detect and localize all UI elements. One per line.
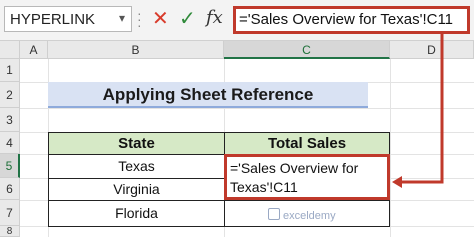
insert-function-icon[interactable]: fx <box>206 7 223 28</box>
row-header-2[interactable]: 2 <box>0 82 20 108</box>
active-cell-editor[interactable]: ='Sales Overview for Texas'!C11 <box>224 154 390 200</box>
name-box-value: HYPERLINK <box>10 11 96 28</box>
watermark-text: exceldemy <box>283 210 336 222</box>
sheet-title[interactable]: Applying Sheet Reference <box>48 82 368 108</box>
column-header-d[interactable]: D <box>390 41 474 59</box>
logo-icon <box>268 208 280 220</box>
table-cell-state[interactable]: Virginia <box>48 178 225 201</box>
row-header-7[interactable]: 7 <box>0 200 20 226</box>
column-header-c[interactable]: C <box>224 41 390 59</box>
formula-bar: HYPERLINK ▾ · · · ✕ ✓ fx ='Sales Overview … <box>0 0 474 41</box>
column-header-a[interactable]: A <box>20 41 48 59</box>
row-header-8[interactable]: 8 <box>0 226 20 237</box>
gridline <box>390 59 391 237</box>
row-header-6[interactable]: 6 <box>0 178 20 200</box>
cell-formula-line-1: ='Sales Overview for <box>230 160 359 176</box>
column-header-b[interactable]: B <box>48 41 224 59</box>
table-cell-state[interactable]: Florida <box>48 200 225 227</box>
drag-handle-icon[interactable]: · · · <box>137 6 142 32</box>
chevron-down-icon[interactable]: ▾ <box>119 11 125 25</box>
name-box[interactable]: HYPERLINK ▾ <box>4 6 132 32</box>
formula-text: ='Sales Overview for Texas'!C11 <box>239 11 454 28</box>
table-header-state[interactable]: State <box>48 132 225 155</box>
table-header-total-sales[interactable]: Total Sales <box>224 132 390 155</box>
gridline <box>20 108 474 109</box>
watermark: exceldemy <box>268 208 336 222</box>
table-cell-state[interactable]: Texas <box>48 154 225 179</box>
formula-input[interactable]: ='Sales Overview for Texas'!C11 <box>233 6 470 34</box>
cancel-icon[interactable]: ✕ <box>152 6 169 31</box>
select-all-corner[interactable] <box>0 41 20 59</box>
row-header-1[interactable]: 1 <box>0 59 20 82</box>
row-header-5[interactable]: 5 <box>0 154 20 178</box>
enter-icon[interactable]: ✓ <box>179 6 196 31</box>
row-header-3[interactable]: 3 <box>0 108 20 132</box>
cell-formula-line-2: Texas'!C11 <box>230 179 298 195</box>
formula-actions: ✕ ✓ fx <box>146 6 226 32</box>
spreadsheet-window: HYPERLINK ▾ · · · ✕ ✓ fx ='Sales Overview … <box>0 0 474 237</box>
row-header-4[interactable]: 4 <box>0 132 20 154</box>
